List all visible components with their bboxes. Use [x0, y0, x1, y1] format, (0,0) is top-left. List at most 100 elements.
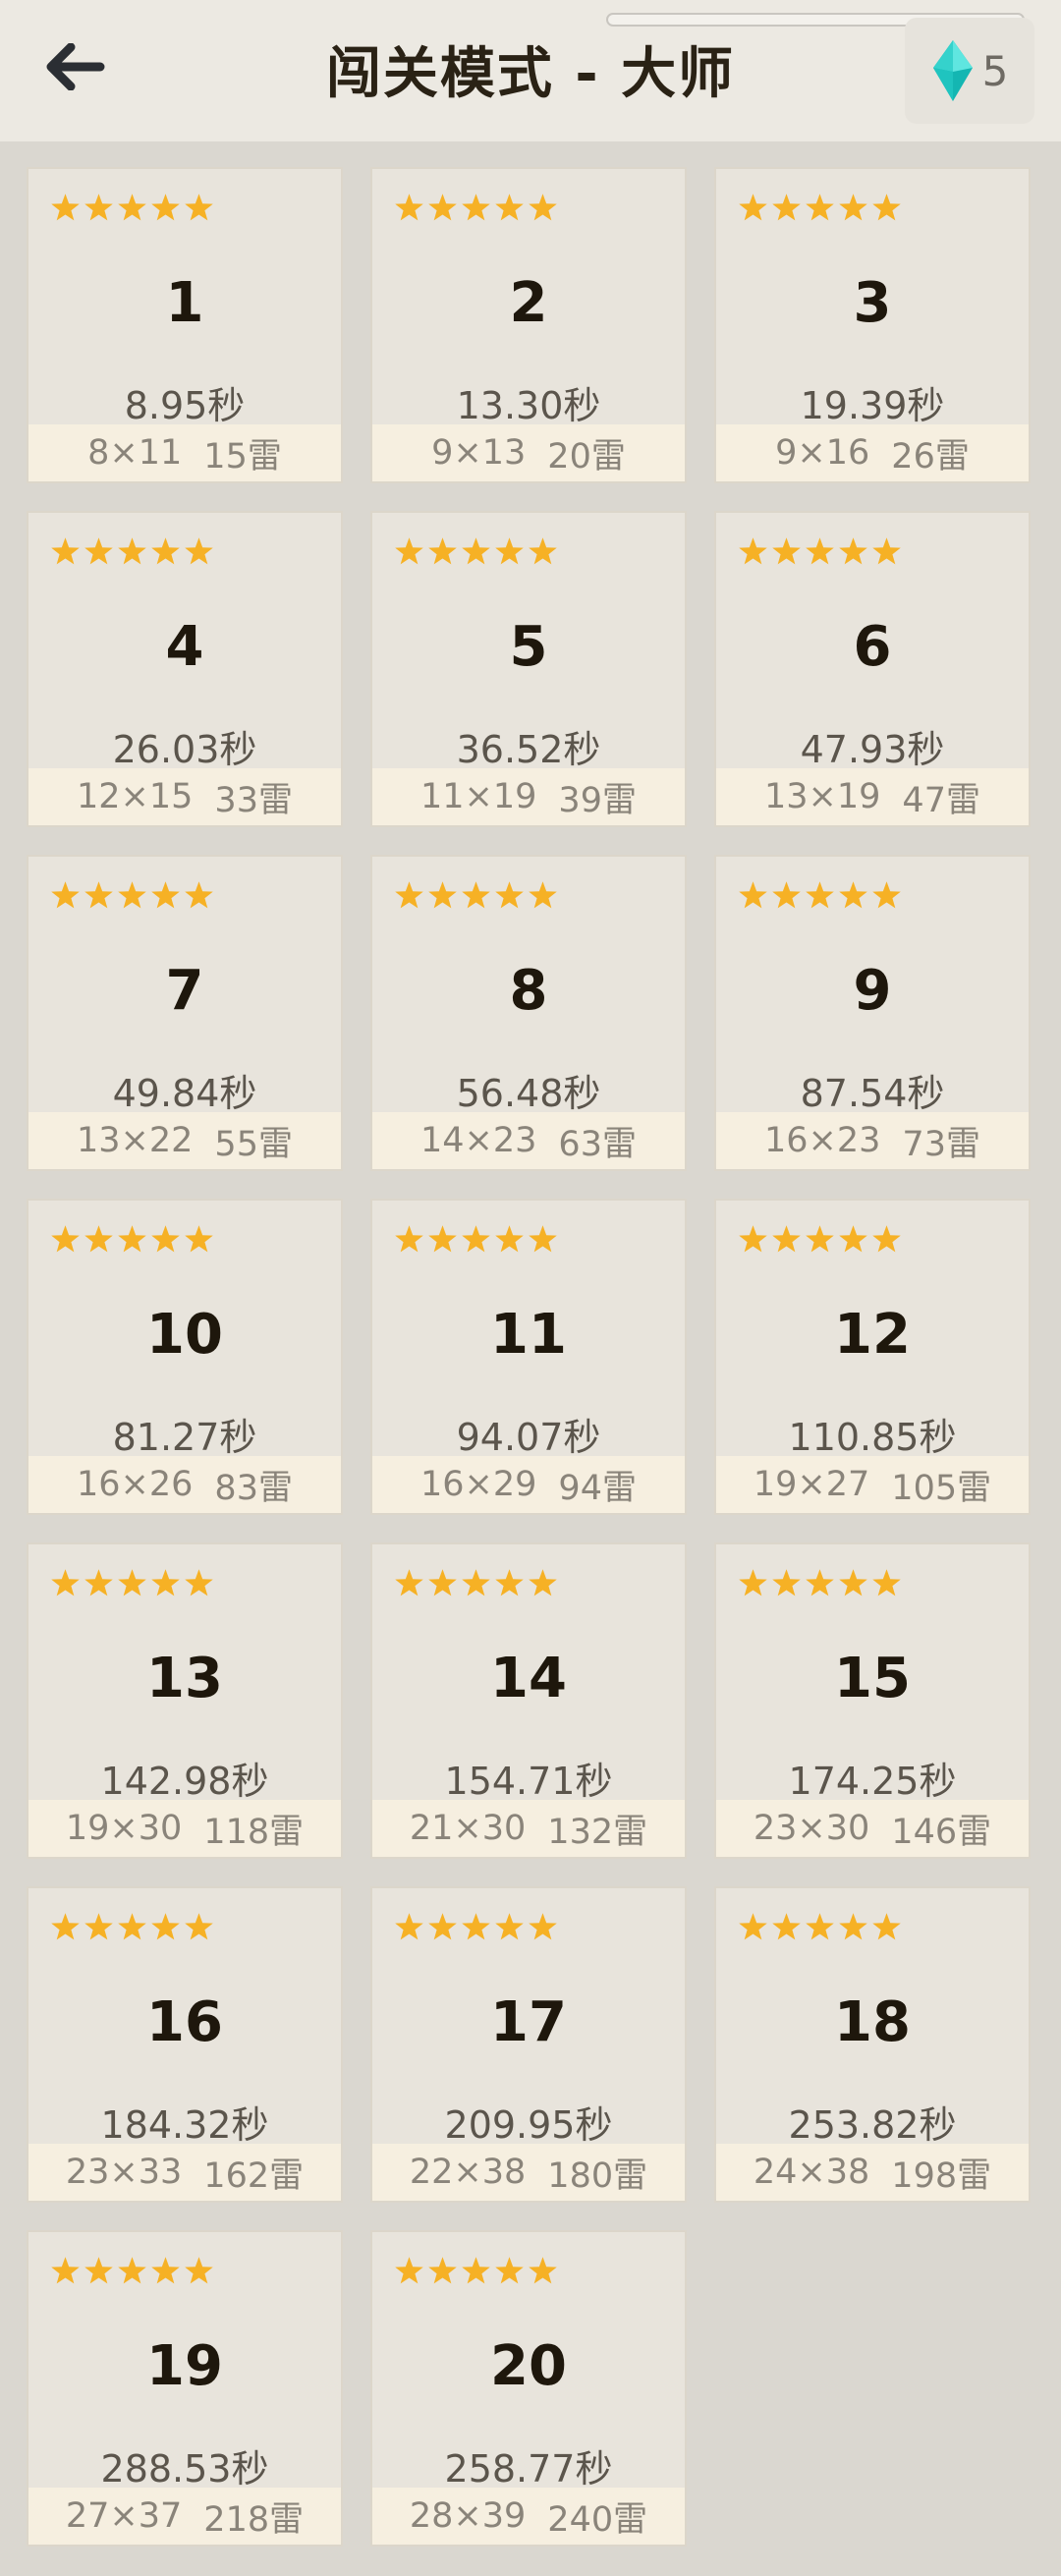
best-time: 47.93秒: [800, 728, 945, 771]
star-rating: [50, 193, 214, 223]
star-icon: [428, 2257, 457, 2284]
level-card-1[interactable]: 1 8.95秒 8×11 15雷: [27, 167, 343, 483]
page-title: 闯关模式 - 大师: [325, 42, 736, 106]
star-icon: [151, 881, 180, 909]
best-time: 81.27秒: [112, 1416, 257, 1459]
star-icon: [529, 537, 557, 565]
level-number: 10: [146, 1303, 223, 1367]
star-icon: [84, 1569, 113, 1596]
board-size: 8×11: [87, 433, 183, 473]
board-info: 16×23 73雷: [716, 1112, 1029, 1169]
board-info: 23×33 162雷: [28, 2144, 341, 2201]
board-size: 22×38: [409, 2153, 527, 2192]
best-time: 13.30秒: [456, 384, 601, 427]
mine-count: 15雷: [203, 436, 282, 476]
board-size: 9×16: [775, 433, 870, 473]
star-icon: [151, 537, 180, 565]
star-rating: [394, 880, 558, 911]
level-card-15[interactable]: 15 174.25秒 23×30 146雷: [714, 1542, 1031, 1859]
star-icon: [806, 881, 834, 909]
star-icon: [118, 1913, 146, 1940]
level-number: 16: [146, 1990, 223, 2054]
star-icon: [462, 1569, 490, 1596]
star-icon: [151, 1225, 180, 1253]
star-rating: [394, 1912, 558, 1942]
board-info: 13×19 47雷: [716, 768, 1029, 825]
board-size: 21×30: [409, 1809, 527, 1848]
board-size: 14×23: [420, 1121, 537, 1160]
star-icon: [51, 1569, 80, 1596]
level-card-6[interactable]: 6 47.93秒 13×19 47雷: [714, 511, 1031, 827]
mine-count: 180雷: [547, 2156, 648, 2196]
star-icon: [462, 881, 490, 909]
level-card-5[interactable]: 5 36.52秒 11×19 39雷: [370, 511, 687, 827]
best-time: 142.98秒: [100, 1760, 269, 1803]
board-info: 11×19 39雷: [372, 768, 685, 825]
mine-count: 39雷: [558, 780, 637, 820]
level-card-18[interactable]: 18 253.82秒 24×38 198雷: [714, 1886, 1031, 2203]
board-info: 27×37 218雷: [28, 2488, 341, 2545]
star-icon: [428, 1225, 457, 1253]
star-icon: [395, 537, 423, 565]
star-icon: [51, 194, 80, 221]
gem-counter[interactable]: 5: [905, 18, 1034, 124]
level-card-11[interactable]: 11 94.07秒 16×29 94雷: [370, 1199, 687, 1515]
board-size: 12×15: [77, 777, 194, 816]
level-card-20[interactable]: 20 258.77秒 28×39 240雷: [370, 2230, 687, 2547]
star-rating: [394, 1568, 558, 1598]
star-icon: [872, 1225, 901, 1253]
level-number: 18: [834, 1990, 911, 2054]
board-size: 16×29: [420, 1465, 537, 1504]
level-card-8[interactable]: 8 56.48秒 14×23 63雷: [370, 855, 687, 1171]
star-icon: [462, 537, 490, 565]
star-icon: [462, 1913, 490, 1940]
board-info: 9×13 20雷: [372, 424, 685, 481]
star-icon: [839, 881, 867, 909]
mine-count: 73雷: [902, 1124, 980, 1164]
level-card-2[interactable]: 2 13.30秒 9×13 20雷: [370, 167, 687, 483]
star-icon: [529, 2257, 557, 2284]
level-card-7[interactable]: 7 49.84秒 13×22 55雷: [27, 855, 343, 1171]
star-icon: [185, 537, 213, 565]
level-number: 6: [853, 615, 892, 679]
star-icon: [428, 537, 457, 565]
level-card-13[interactable]: 13 142.98秒 19×30 118雷: [27, 1542, 343, 1859]
level-card-9[interactable]: 9 87.54秒 16×23 73雷: [714, 855, 1031, 1171]
level-card-4[interactable]: 4 26.03秒 12×15 33雷: [27, 511, 343, 827]
board-size: 13×22: [77, 1121, 194, 1160]
level-card-14[interactable]: 14 154.71秒 21×30 132雷: [370, 1542, 687, 1859]
star-icon: [495, 1569, 524, 1596]
top-app-bar: 闯关模式 - 大师 5: [0, 0, 1061, 141]
level-card-19[interactable]: 19 288.53秒 27×37 218雷: [27, 2230, 343, 2547]
star-rating: [394, 2256, 558, 2286]
level-card-17[interactable]: 17 209.95秒 22×38 180雷: [370, 1886, 687, 2203]
star-icon: [151, 194, 180, 221]
star-icon: [495, 881, 524, 909]
level-card-16[interactable]: 16 184.32秒 23×33 162雷: [27, 1886, 343, 2203]
mine-count: 105雷: [891, 1468, 992, 1508]
best-time: 94.07秒: [456, 1416, 601, 1459]
star-icon: [739, 881, 767, 909]
star-icon: [428, 881, 457, 909]
star-icon: [529, 881, 557, 909]
star-icon: [151, 2257, 180, 2284]
best-time: 8.95秒: [124, 384, 246, 427]
star-icon: [739, 1569, 767, 1596]
star-icon: [151, 1569, 180, 1596]
star-icon: [872, 1569, 901, 1596]
level-card-12[interactable]: 12 110.85秒 19×27 105雷: [714, 1199, 1031, 1515]
star-icon: [118, 537, 146, 565]
level-number: 9: [853, 959, 892, 1023]
best-time: 288.53秒: [100, 2447, 269, 2491]
level-card-10[interactable]: 10 81.27秒 16×26 83雷: [27, 1199, 343, 1515]
star-icon: [839, 194, 867, 221]
star-icon: [772, 537, 801, 565]
board-size: 23×30: [753, 1809, 870, 1848]
star-icon: [51, 2257, 80, 2284]
board-size: 23×33: [65, 2153, 183, 2192]
star-icon: [739, 1225, 767, 1253]
best-time: 110.85秒: [788, 1416, 957, 1459]
board-info: 19×27 105雷: [716, 1456, 1029, 1513]
star-icon: [872, 194, 901, 221]
level-card-3[interactable]: 3 19.39秒 9×16 26雷: [714, 167, 1031, 483]
